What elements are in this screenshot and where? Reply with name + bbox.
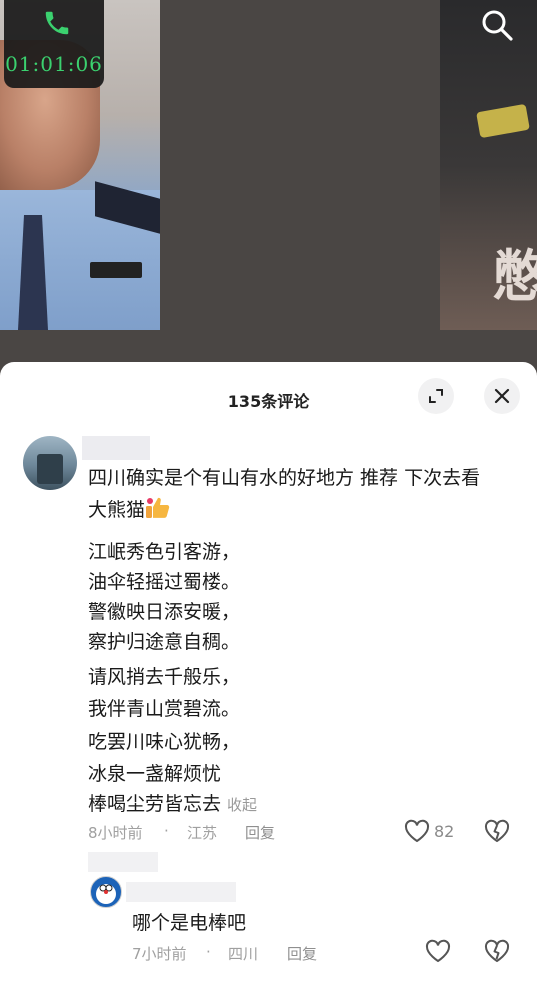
- reply-link[interactable]: 回复: [245, 822, 275, 843]
- comment-text: 四川确实是个有山有水的好地方 推荐 下次去看: [88, 463, 480, 493]
- poem-line: 我伴青山赏碧流。: [88, 698, 241, 720]
- search-icon[interactable]: [480, 8, 514, 42]
- blurred-area: [88, 852, 158, 872]
- close-icon: [494, 388, 510, 404]
- comment-time: 8小时前: [88, 824, 143, 842]
- armband: [476, 103, 530, 139]
- expand-icon: [429, 389, 443, 403]
- dislike-icon[interactable]: [484, 939, 510, 963]
- comment-text-line-2: 大熊猫: [88, 495, 171, 525]
- expand-button[interactable]: [418, 378, 454, 414]
- video-background: 01:01:06 憋: [0, 0, 537, 380]
- reply-link[interactable]: 回复: [287, 943, 317, 964]
- reply-avatar[interactable]: [90, 876, 122, 908]
- poem-line: 冰泉一盏解烦忧: [88, 763, 222, 785]
- phone-icon: [45, 11, 69, 35]
- reply-time: 7小时前: [132, 945, 187, 963]
- call-indicator[interactable]: 01:01:06: [4, 0, 104, 88]
- like-icon[interactable]: [404, 819, 430, 843]
- avatar-figure: [37, 454, 63, 484]
- poem-line: 江岷秀色引客游，: [88, 541, 241, 563]
- badge-tag: [90, 262, 142, 278]
- video-thumbnail-right[interactable]: 憋: [440, 0, 537, 330]
- close-button[interactable]: [484, 378, 520, 414]
- thumbs-up-icon: [146, 497, 170, 518]
- poem-line: 请风捎去千般乐，: [88, 666, 241, 688]
- comment-location: 江苏: [187, 824, 218, 842]
- reply-username-blurred[interactable]: [126, 882, 236, 902]
- meta-separator: ·: [164, 822, 169, 840]
- meta-separator: ·: [206, 943, 211, 961]
- comments-count-title: 135条评论: [227, 392, 310, 411]
- poem-line: 油伞轻摇过蜀楼。: [88, 571, 241, 593]
- username-blurred[interactable]: [82, 436, 150, 460]
- poem-line: 棒喝尘劳皆忘去: [88, 793, 222, 815]
- avatar-face: [96, 884, 116, 904]
- dislike-icon[interactable]: [484, 819, 510, 843]
- poem-line: 吃罢川味心犹畅，: [88, 731, 241, 753]
- comments-sheet: [0, 362, 537, 985]
- avatar[interactable]: [23, 436, 77, 490]
- call-timer: 01:01:06: [5, 52, 103, 76]
- comment-line-1: 四川确实是个有山有水的好地方 推荐 下次去看: [88, 467, 481, 489]
- comment-line-2: 大熊猫: [88, 499, 146, 521]
- poem-line-last: 棒喝尘劳皆忘去 收起: [88, 789, 257, 816]
- video-caption-text: 憋: [492, 245, 537, 310]
- reply-text: 哪个是电棒吧: [132, 912, 247, 934]
- poem-line: 警徽映日添安暖，: [88, 601, 241, 623]
- like-count: 82: [434, 822, 455, 841]
- like-icon[interactable]: [425, 939, 451, 963]
- reply-location: 四川: [228, 945, 259, 963]
- collapse-link[interactable]: 收起: [227, 796, 257, 814]
- poem-line: 察护归途意自稠。: [88, 631, 241, 653]
